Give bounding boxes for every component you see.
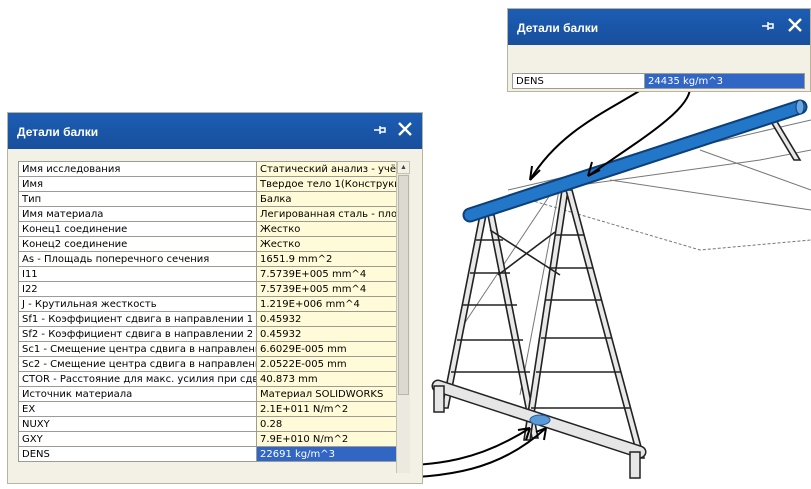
property-name: Sf2 - Коэффициент сдвига в направлении 2	[18, 326, 257, 342]
table-row[interactable]: Источник материала Материал SOLIDWORKS	[18, 386, 397, 402]
property-value[interactable]: 7.5739E+005 mm^4	[256, 266, 397, 282]
property-name: GXY	[18, 431, 257, 447]
table-row[interactable]: Конец1 соединение Жестко	[18, 221, 397, 237]
property-name: NUXY	[18, 416, 257, 432]
table-row[interactable]: I22 7.5739E+005 mm^4	[18, 281, 397, 297]
property-name: Имя	[18, 176, 257, 192]
properties-table: Имя исследования Статический анализ - учё…	[18, 161, 397, 462]
table-row[interactable]: GXY 7.9E+010 N/m^2	[18, 431, 397, 447]
property-name: CTOR - Расстояние для макс. усилия при с…	[18, 371, 257, 387]
property-name: J - Крутильная жесткость	[18, 296, 257, 312]
table-row[interactable]: Имя исследования Статический анализ - учё…	[18, 161, 397, 177]
property-value[interactable]: 2.0522E-005 mm	[256, 356, 397, 372]
table-row[interactable]: Имя Твердое тело 1(Конструкци	[18, 176, 397, 192]
table-row[interactable]: Тип Балка	[18, 191, 397, 207]
property-name: Тип	[18, 191, 257, 207]
table-row[interactable]: Sc1 - Смещение центра сдвига в направлен…	[18, 341, 397, 357]
table-row-dens[interactable]: DENS 24435 kg/m^3	[512, 73, 805, 89]
beam-details-panel-top: Детали балки DENS 24435 kg/m^3	[507, 8, 811, 92]
property-value[interactable]: 0.45932	[256, 326, 397, 342]
table-row[interactable]: Sf2 - Коэффициент сдвига в направлении 2…	[18, 326, 397, 342]
property-name: Sc2 - Смещение центра сдвига в направлен…	[18, 356, 257, 372]
properties-table-top: DENS 24435 kg/m^3	[512, 73, 805, 89]
property-value[interactable]: 7.5739E+005 mm^4	[256, 281, 397, 297]
property-value[interactable]: Жестко	[256, 221, 397, 237]
property-value[interactable]: 0.28	[256, 416, 397, 432]
scroll-thumb[interactable]	[398, 175, 409, 395]
property-value[interactable]: Жестко	[256, 236, 397, 252]
property-value[interactable]: Твердое тело 1(Конструкци	[256, 176, 397, 192]
table-row[interactable]: Sf1 - Коэффициент сдвига в направлении 1…	[18, 311, 397, 327]
close-icon[interactable]	[396, 120, 414, 138]
property-name: DENS	[512, 73, 645, 89]
property-name: Конец1 соединение	[18, 221, 257, 237]
property-name: I11	[18, 266, 257, 282]
pin-icon[interactable]	[372, 123, 388, 137]
panel-titlebar: Детали балки	[508, 9, 810, 45]
panel-title: Детали балки	[517, 21, 599, 35]
pin-icon[interactable]	[760, 19, 776, 33]
property-value[interactable]: 22691 kg/m^3	[256, 446, 397, 462]
property-name: Имя материала	[18, 206, 257, 222]
property-value[interactable]: 1.219E+006 mm^4	[256, 296, 397, 312]
panel-title: Детали балки	[17, 125, 99, 139]
table-row[interactable]: As - Площадь поперечного сечения 1651.9 m…	[18, 251, 397, 267]
table-row[interactable]: Конец2 соединение Жестко	[18, 236, 397, 252]
property-value[interactable]: Материал SOLIDWORKS	[256, 386, 397, 402]
property-value[interactable]: Балка	[256, 191, 397, 207]
property-name: Источник материала	[18, 386, 257, 402]
property-name: Sf1 - Коэффициент сдвига в направлении 1	[18, 311, 257, 327]
property-value[interactable]: 7.9E+010 N/m^2	[256, 431, 397, 447]
table-row[interactable]: NUXY 0.28	[18, 416, 397, 432]
table-row[interactable]: I11 7.5739E+005 mm^4	[18, 266, 397, 282]
table-row[interactable]: EX 2.1E+011 N/m^2	[18, 401, 397, 417]
property-value[interactable]: 40.873 mm	[256, 371, 397, 387]
table-row[interactable]: Имя материала Легированная сталь - плот	[18, 206, 397, 222]
property-name: Конец2 соединение	[18, 236, 257, 252]
property-name: Sc1 - Смещение центра сдвига в направлен…	[18, 341, 257, 357]
vertical-scrollbar[interactable]: ▲	[396, 161, 410, 473]
property-name: EX	[18, 401, 257, 417]
property-value[interactable]: Легированная сталь - плот	[256, 206, 397, 222]
beam-details-panel: Детали балки Имя исследования Статический…	[7, 112, 423, 484]
property-name: Имя исследования	[18, 161, 257, 177]
property-name: I22	[18, 281, 257, 297]
property-name: As - Площадь поперечного сечения	[18, 251, 257, 267]
table-row[interactable]: Sc2 - Смещение центра сдвига в направлен…	[18, 356, 397, 372]
panel-titlebar: Детали балки	[8, 113, 422, 149]
property-value[interactable]: 6.6029E-005 mm	[256, 341, 397, 357]
table-row[interactable]: DENS 22691 kg/m^3	[18, 446, 397, 462]
property-value[interactable]: 24435 kg/m^3	[644, 73, 805, 89]
property-value[interactable]: 0.45932	[256, 311, 397, 327]
table-row[interactable]: J - Крутильная жесткость 1.219E+006 mm^4	[18, 296, 397, 312]
property-value[interactable]: Статический анализ - учёт	[256, 161, 397, 177]
property-value[interactable]: 1651.9 mm^2	[256, 251, 397, 267]
property-name: DENS	[18, 446, 257, 462]
scroll-up-icon[interactable]: ▲	[397, 161, 410, 174]
close-icon[interactable]	[786, 16, 804, 34]
property-value[interactable]: 2.1E+011 N/m^2	[256, 401, 397, 417]
table-row[interactable]: CTOR - Расстояние для макс. усилия при с…	[18, 371, 397, 387]
